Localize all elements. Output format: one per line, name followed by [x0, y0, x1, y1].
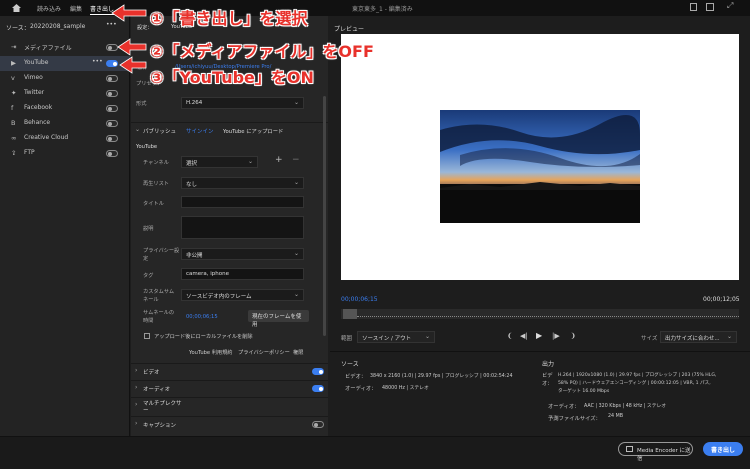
annotation-arrows: [111, 4, 147, 74]
annotation-step-2: ②「メディアファイル」をOFF: [150, 42, 374, 61]
arrow-icon: [117, 38, 147, 56]
arrow-icon: [119, 56, 147, 74]
arrow-icon: [111, 4, 147, 22]
annotation-step-1: ①「書き出し」を選択: [150, 9, 308, 28]
annotation-step-3: ③「YouTube」をON: [150, 68, 314, 87]
